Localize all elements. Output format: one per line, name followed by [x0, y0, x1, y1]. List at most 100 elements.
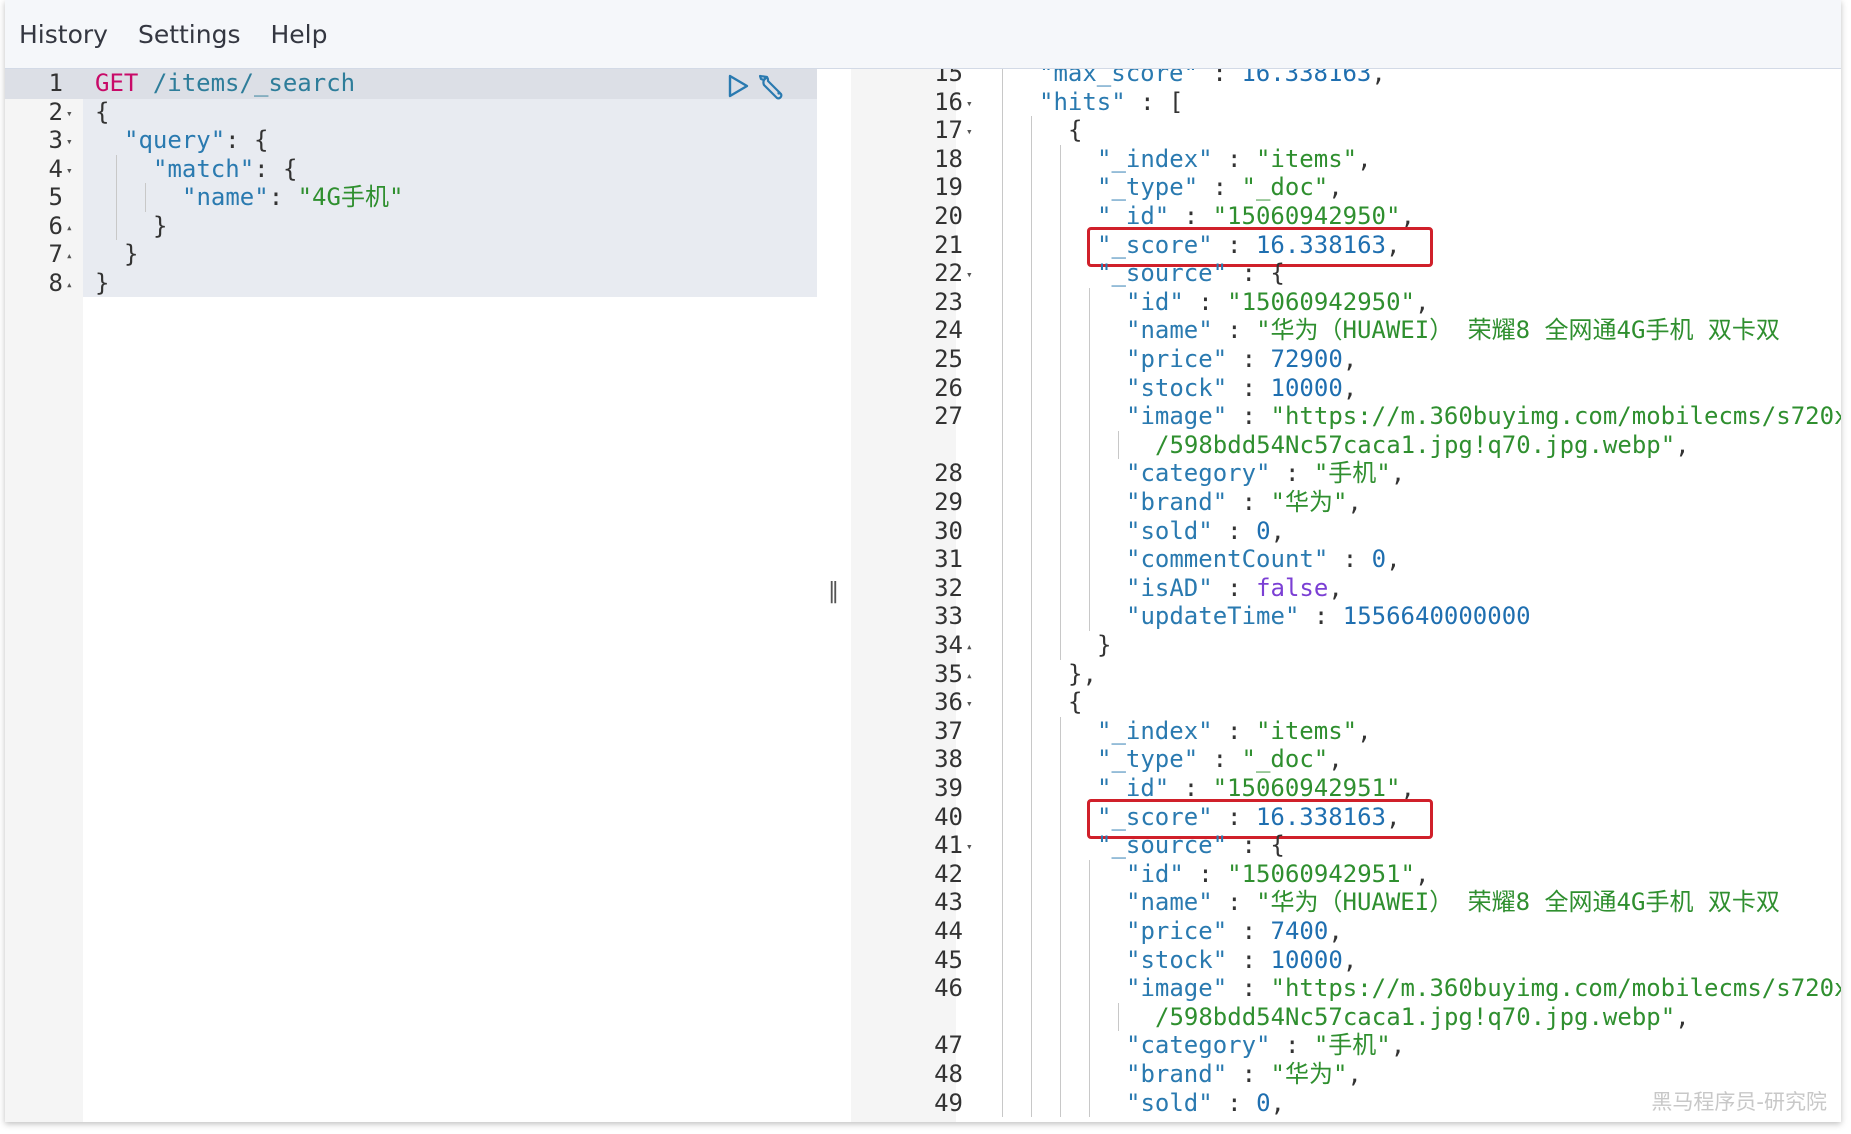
line-number: 44 [934, 917, 963, 945]
fold-close-icon[interactable]: ▴ [66, 270, 73, 299]
code-line: 33 "updateTime" : 1556640000000 [851, 602, 1841, 631]
indent-guide [1089, 430, 1090, 460]
indent-guide [1031, 602, 1032, 631]
token-str: /598bdd54Nc57caca1.jpg!q70.jpg.webp" [1155, 430, 1676, 459]
fold-close-icon[interactable]: ▴ [966, 661, 973, 690]
line-number: 4 [48, 154, 63, 183]
code-line: 5 "name": "4G手机" [5, 183, 817, 212]
indent-guide [1031, 688, 1032, 717]
token-str: "_doc" [1241, 173, 1329, 202]
code-line: 24 "name" : "华为（HUAWEI） 荣耀8 全网通4G手机 双卡双 [851, 316, 1841, 345]
code-line: 16 ▾ "hits" : [ [851, 87, 1841, 118]
code-text: { [1068, 688, 1082, 717]
line-number: 28 [934, 459, 963, 488]
code-text: "stock" : 10000, [1126, 374, 1357, 403]
indent-guide [1118, 430, 1119, 460]
line-number: 19 [934, 173, 963, 202]
fold-open-icon[interactable]: ▾ [66, 127, 73, 156]
token-key: "commentCount" [1126, 545, 1329, 574]
code-text: "hits" : [ [1039, 88, 1184, 117]
token-punc: , [1415, 287, 1430, 316]
line-number: 22 [934, 259, 963, 288]
indent-guide [1031, 402, 1032, 431]
code-text: } [124, 240, 138, 269]
request-editor[interactable]: 1 GET /items/_search 2 ▾{3 ▾ "query": {4 ▾ "mat… [5, 69, 817, 1122]
code-text: { [95, 98, 109, 127]
token-punc: : [1198, 745, 1242, 774]
line-number: 35 [934, 659, 963, 688]
indent-guide [1031, 545, 1032, 574]
fold-open-icon[interactable]: ▾ [66, 156, 73, 185]
token-punc: : [1227, 402, 1271, 431]
token-key: "id" [1126, 859, 1184, 888]
pane-divider[interactable]: ‖ [817, 69, 851, 1122]
token-punc: { [1068, 116, 1083, 145]
indent-guide [1089, 373, 1090, 403]
indent-guide [1002, 1031, 1003, 1060]
code-line: 43 "name" : "华为（HUAWEI） 荣耀8 全网通4G手机 双卡双 [851, 888, 1841, 917]
indent-guide [1031, 888, 1032, 917]
menu-history[interactable]: History [19, 20, 108, 49]
indent-guide [1002, 259, 1003, 288]
indent-guide [1002, 516, 1003, 546]
indent-guide [116, 154, 117, 183]
menu-settings[interactable]: Settings [138, 20, 241, 49]
fold-close-icon[interactable]: ▴ [66, 213, 73, 242]
indent-guide [1031, 459, 1032, 488]
code-text: "image" : "https://m.360buyimg.com/mobil… [1126, 974, 1841, 1003]
token-num: 0 [1371, 545, 1387, 574]
fold-open-icon[interactable]: ▾ [966, 689, 973, 718]
code-text: "_index" : "items", [1097, 717, 1372, 746]
token-punc: : [1183, 287, 1228, 316]
indent-guide [1031, 945, 1032, 975]
wrench-icon[interactable] [759, 73, 789, 103]
code-text: "_type" : "_doc", [1097, 745, 1343, 774]
indent-guide [145, 183, 146, 212]
indent-guide [1002, 1002, 1003, 1032]
code-line: 1 GET /items/_search [5, 69, 817, 98]
code-line: 23 "id" : "15060942950", [851, 287, 1841, 317]
token-key: "brand" [1126, 1060, 1228, 1088]
code-text: "name" : "华为（HUAWEI） 荣耀8 全网通4G手机 双卡双 [1126, 888, 1780, 917]
indent-guide [1031, 1088, 1032, 1118]
fold-open-icon[interactable]: ▾ [966, 260, 973, 289]
token-punc: : [1227, 1060, 1271, 1088]
fold-open-icon[interactable]: ▾ [966, 89, 973, 118]
response-viewer[interactable]: 15 "max_score" : 16.338163, 16 ▾ "hits" : [1… [851, 69, 1841, 1122]
indent-guide [1089, 859, 1090, 889]
indent-guide [1060, 430, 1061, 460]
token-bool: false [1256, 573, 1329, 602]
code-text: "brand" : "华为", [1126, 1060, 1362, 1089]
indent-guide [1031, 173, 1032, 202]
indent-guide [1060, 316, 1061, 345]
fold-close-icon[interactable]: ▴ [966, 632, 973, 661]
indent-guide [1031, 573, 1032, 603]
token-punc: , [1400, 774, 1415, 802]
line-number: 21 [934, 230, 963, 259]
fold-open-icon[interactable]: ▾ [966, 117, 973, 146]
indent-guide [1002, 173, 1003, 202]
token-punc: , [1371, 69, 1386, 87]
token-key: "max_score" [1039, 69, 1198, 87]
fold-close-icon[interactable]: ▴ [66, 241, 73, 270]
indent-guide [1002, 144, 1003, 174]
menu-help[interactable]: Help [271, 20, 328, 49]
token-key: "sold" [1126, 516, 1213, 545]
indent-guide [1002, 888, 1003, 917]
code-line: 47 "category" : "手机", [851, 1031, 1841, 1060]
token-key: "id" [1126, 287, 1184, 316]
fold-open-icon[interactable]: ▾ [66, 99, 73, 128]
line-number: 3 [48, 126, 63, 154]
play-icon[interactable] [725, 73, 751, 99]
resize-handle-icon[interactable]: ‖ [828, 579, 839, 604]
indent-guide [1060, 974, 1061, 1003]
indent-guide [1060, 516, 1061, 546]
fold-open-icon[interactable]: ▾ [966, 832, 973, 861]
indent-guide [1089, 316, 1090, 345]
token-num: 16.338163 [1241, 69, 1372, 87]
line-number: 46 [934, 974, 963, 1003]
indent-guide [1031, 488, 1032, 517]
indent-guide [1002, 116, 1003, 145]
line-number: 24 [934, 316, 963, 345]
indent-guide [1031, 287, 1032, 317]
